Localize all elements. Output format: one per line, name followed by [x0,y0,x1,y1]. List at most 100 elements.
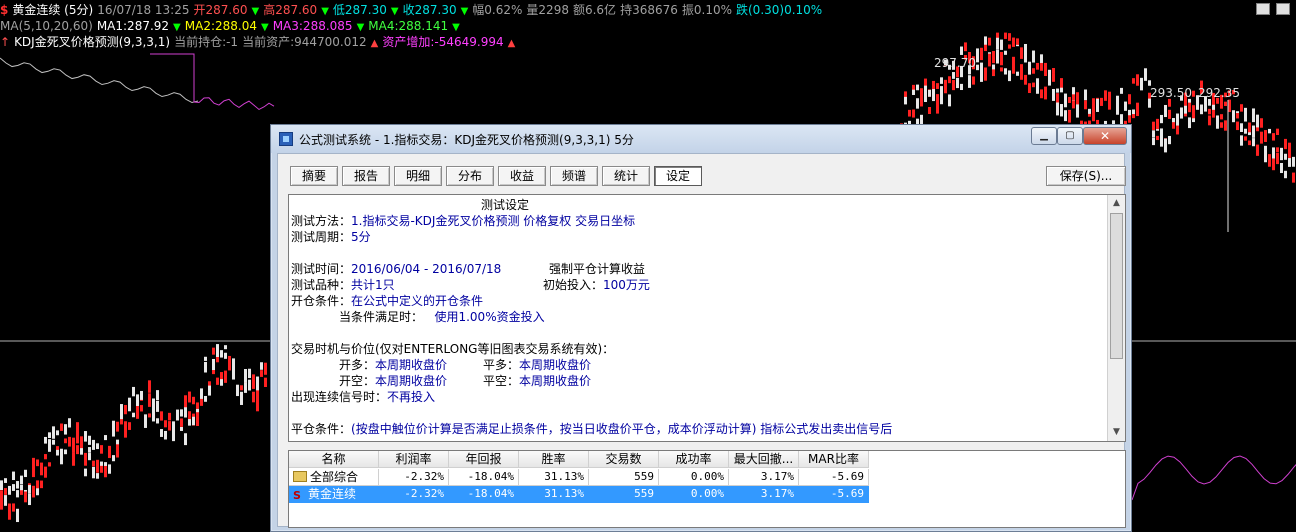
candle [1024,51,1027,63]
candle [140,390,143,400]
candle [932,89,935,102]
column-header[interactable]: 成功率 [659,451,729,468]
column-header[interactable]: 最大回撤... [729,451,799,468]
candle [204,356,207,361]
header-field: $ [0,3,9,17]
candle [1216,115,1219,121]
candle [200,398,203,404]
candle [160,411,163,421]
ma-line-magenta-lower [1131,455,1296,501]
candle [236,387,239,395]
header-field: ▼ [173,22,181,33]
ma-line-white [0,57,199,104]
column-header[interactable]: 年回报 [449,451,519,468]
report-line-variety: 测试品种：共计1只 [291,278,395,292]
column-header[interactable]: 名称 [289,451,379,468]
header-field: 当前资产:944700.012 [242,35,367,49]
column-header[interactable]: 胜率 [519,451,589,468]
row-name-cell[interactable]: S 黄金连续 [289,486,379,503]
scroll-down-icon[interactable]: ▼ [1108,424,1125,441]
header-field: 额6.6亿 [572,3,617,17]
row-value-cell: -5.69 [799,469,869,486]
row-name-cell[interactable]: 全部综合 [289,469,379,486]
candle [1152,121,1155,131]
report-line-open-cond: 开仓条件：在公式中定义的开仓条件 [291,294,484,308]
header-field: ▼ [321,6,329,17]
candle [208,386,211,396]
table-row[interactable]: 全部综合 -2.32% -18.04% 31.13% 559 0.00% 3.17% -5.6… [289,469,869,486]
candle [1152,130,1155,138]
candle [1284,138,1287,150]
candle [4,495,7,506]
candle [76,445,79,455]
row-value-cell: -18.04% [449,469,519,486]
candle [1184,105,1187,114]
candle [40,462,43,476]
candle [1052,88,1055,101]
candle [224,345,227,350]
candle [72,439,75,453]
candle [1180,110,1183,119]
candle [1160,114,1163,124]
candle [940,95,943,105]
candle [1172,122,1175,129]
toolbar-icon[interactable] [1256,3,1270,15]
candle [1284,170,1287,179]
header-field: ▼ [452,22,460,33]
candle [1028,83,1031,94]
candle [188,411,191,420]
candle [1084,89,1087,101]
candle [252,391,255,403]
tab-5[interactable]: 频谱 [550,166,598,186]
tab-2[interactable]: 明细 [394,166,442,186]
candle [1288,142,1291,152]
column-header[interactable]: MAR比率 [799,451,869,468]
column-header[interactable]: 利润率 [379,451,449,468]
candle [916,84,919,91]
tab-6[interactable]: 统计 [602,166,650,186]
candle [92,460,95,467]
maximize-button[interactable]: ▢ [1057,127,1083,145]
tab-7[interactable]: 设定 [654,166,702,186]
candle [128,422,131,430]
menu-icon[interactable] [1276,3,1290,15]
candle [1104,90,1107,101]
report-scrollbar[interactable]: ▲ ▼ [1107,195,1125,441]
close-button[interactable]: ✕ [1083,127,1127,145]
tab-1[interactable]: 报告 [342,166,390,186]
candle [1292,156,1295,167]
tab-0[interactable]: 摘要 [290,166,338,186]
candle [1280,149,1283,161]
candle [1236,121,1239,131]
candle [1268,158,1271,167]
candle [116,421,119,432]
candle [1004,68,1007,75]
candle [168,421,171,428]
candle [240,385,243,391]
report-panel[interactable]: 测试设定 测试方法：1.指标交易-KDJ金死叉价格预测 价格复权 交易日坐标 测… [288,194,1126,442]
candle [100,445,103,454]
header-field: 资产增加:-54649.994 [382,35,504,49]
scroll-thumb[interactable] [1110,213,1123,359]
candle [996,49,999,64]
candle [1128,115,1131,123]
minimize-button[interactable]: ▁ [1031,127,1057,145]
dialog-titlebar[interactable]: 公式测试系统 - 1.指标交易：KDJ金死叉价格预测(9,3,3,1) 5分 ▁… [271,125,1131,153]
scroll-up-icon[interactable]: ▲ [1108,195,1125,212]
report-force-close: 强制平仓计算收益 [549,262,646,276]
header-field: ▼ [260,22,269,33]
table-row[interactable]: S 黄金连续 -2.32% -18.04% 31.13% 559 0.00% 3.17% -5.… [289,486,869,503]
candle [20,475,23,485]
tab-3[interactable]: 分布 [446,166,494,186]
candle [112,420,115,433]
candle [1144,75,1147,81]
candle [1156,118,1159,130]
candle [84,431,87,442]
candle [24,491,27,503]
column-header[interactable]: 交易数 [589,451,659,468]
tab-4[interactable]: 收益 [498,166,546,186]
candle [1032,82,1035,88]
candle [912,84,915,90]
save-button[interactable]: 保存(S)... [1046,166,1126,186]
candle [1268,128,1271,134]
